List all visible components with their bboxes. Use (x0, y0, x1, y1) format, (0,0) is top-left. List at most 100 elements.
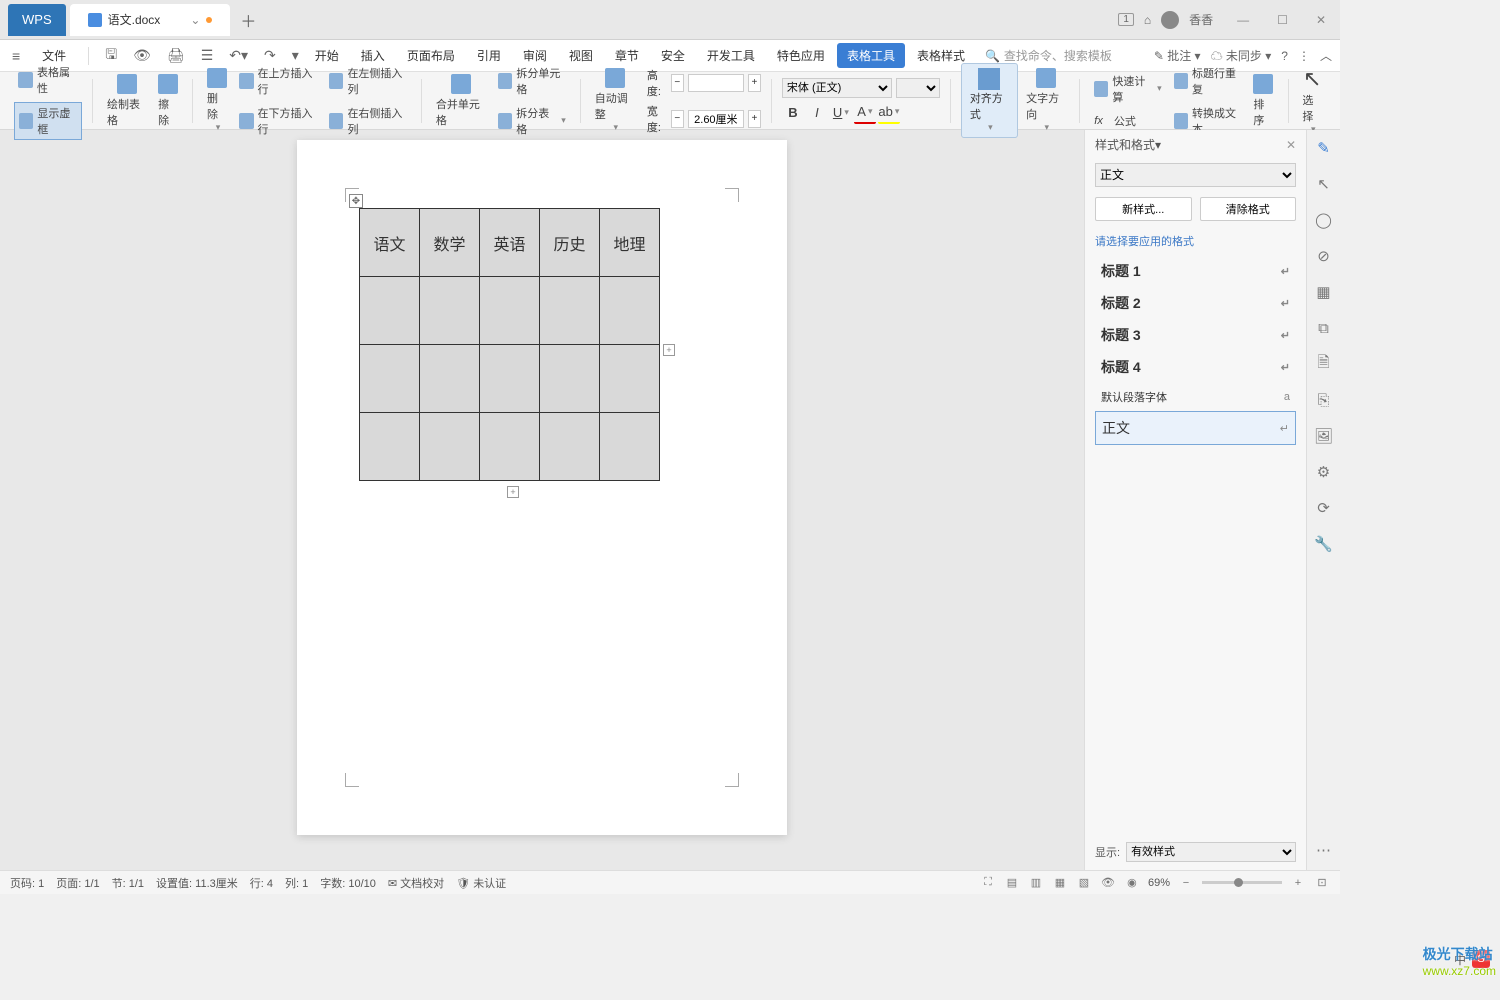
clear-format-button[interactable]: 清除格式 (1200, 197, 1297, 221)
notification-badge[interactable]: 1 (1118, 13, 1134, 26)
table-header-cell[interactable]: 数学 (420, 209, 480, 277)
highlight-button[interactable]: ab▾ (878, 102, 900, 124)
panel-close-icon[interactable]: ✕ (1286, 138, 1296, 152)
table-cell[interactable] (360, 277, 420, 345)
history-pane-icon[interactable]: ⟳ (1314, 498, 1334, 518)
style-item[interactable]: 标题 4↵ (1095, 351, 1296, 383)
eye-care-icon[interactable]: 👁 (1100, 875, 1116, 891)
bold-button[interactable]: B (782, 102, 804, 124)
comment-toggle[interactable]: ✎ 批注 ▾ (1154, 47, 1201, 64)
zoom-value[interactable]: 69% (1148, 877, 1170, 889)
document-table[interactable]: 语文 数学 英语 历史 地理 (359, 208, 660, 481)
new-style-button[interactable]: 新样式... (1095, 197, 1192, 221)
font-family-select[interactable]: 宋体 (正文) (782, 78, 892, 98)
add-row-handle[interactable]: + (507, 486, 519, 498)
font-color-button[interactable]: A▾ (854, 102, 876, 124)
text-direction-button[interactable]: 文字方向▾ (1022, 66, 1069, 135)
tab-monitor-icon[interactable]: ⌄ (190, 13, 200, 27)
status-section[interactable]: 节: 1/1 (112, 875, 144, 891)
styles-pane-icon[interactable]: ✎ (1314, 138, 1334, 158)
menu-dev[interactable]: 开发工具 (697, 43, 765, 68)
status-proof[interactable]: ✉ 文档校对 (388, 875, 444, 891)
menu-section[interactable]: 章节 (605, 43, 649, 68)
status-words[interactable]: 字数: 10/10 (320, 875, 376, 891)
table-cell[interactable] (600, 345, 660, 413)
table-cell[interactable] (600, 413, 660, 481)
width-input[interactable] (688, 110, 744, 128)
table-cell[interactable] (600, 277, 660, 345)
style-item[interactable]: 标题 2↵ (1095, 287, 1296, 319)
table-cell[interactable] (480, 413, 540, 481)
table-header-cell[interactable]: 英语 (480, 209, 540, 277)
table-cell[interactable] (360, 413, 420, 481)
table-cell[interactable] (420, 413, 480, 481)
split-cell-button[interactable]: 拆分单元格 (494, 63, 570, 99)
print-icon[interactable]: 🖨 (163, 43, 189, 68)
table-cell[interactable] (420, 345, 480, 413)
table-cell[interactable] (480, 277, 540, 345)
height-inc[interactable]: + (748, 74, 761, 92)
best-fit-icon[interactable]: ⊡ (1314, 875, 1330, 891)
focus-icon[interactable]: ◉ (1124, 875, 1140, 891)
fast-calc-button[interactable]: 快速计算▾ (1090, 71, 1165, 107)
zoom-out-icon[interactable]: − (1178, 875, 1194, 891)
new-tab-button[interactable]: ＋ (240, 8, 256, 32)
sync-status[interactable]: ☁ 未同步 ▾ (1211, 47, 1272, 64)
insert-row-above-button[interactable]: 在上方插入行 (235, 63, 321, 99)
select-button[interactable]: ↖选择▾ (1298, 64, 1326, 137)
panel-dropdown-icon[interactable]: ▾ (1155, 138, 1161, 152)
save-icon[interactable]: 🖫 (101, 40, 121, 72)
reading-view-icon[interactable]: ▤ (1004, 875, 1020, 891)
maximize-button[interactable]: ☐ (1269, 9, 1296, 31)
apparel-icon[interactable]: ⌂ (1144, 13, 1151, 27)
style-item-selected[interactable]: 正文↵ (1095, 411, 1296, 445)
user-avatar[interactable] (1161, 11, 1179, 29)
status-page[interactable]: 页面: 1/1 (56, 875, 99, 891)
table-header-cell[interactable]: 历史 (540, 209, 600, 277)
status-cert[interactable]: 🛡 未认证 (456, 875, 506, 891)
zoom-in-icon[interactable]: + (1290, 875, 1306, 891)
print-preview-icon[interactable]: 👁 (129, 43, 155, 68)
current-style-select[interactable]: 正文 (1095, 163, 1296, 187)
shape-pane-icon[interactable]: ◯ (1314, 210, 1334, 230)
width-inc[interactable]: + (748, 110, 761, 128)
header-row-repeat-button[interactable]: 标题行重复 (1170, 63, 1246, 99)
more-pane-icon[interactable]: ⋯ (1314, 840, 1334, 860)
status-page-no[interactable]: 页码: 1 (10, 875, 44, 891)
select-pane-icon[interactable]: ↖ (1314, 174, 1334, 194)
wps-app-button[interactable]: WPS (8, 4, 66, 36)
font-size-select[interactable] (896, 78, 940, 98)
settings-pane-icon[interactable]: ⚙ (1314, 462, 1334, 482)
delete-button[interactable]: 删除▾ (203, 66, 231, 135)
clipboard-pane-icon[interactable]: ⎘ (1314, 390, 1334, 410)
show-filter-select[interactable]: 有效样式 (1126, 842, 1296, 862)
table-cell[interactable] (360, 345, 420, 413)
table-cell[interactable] (540, 413, 600, 481)
limit-pane-icon[interactable]: ⊘ (1314, 246, 1334, 266)
height-dec[interactable]: − (671, 74, 684, 92)
add-column-handle[interactable]: + (663, 344, 675, 356)
image-pane-icon[interactable]: 🖼 (1314, 426, 1334, 446)
command-search[interactable]: 🔍 查找命令、搜索模板 (985, 47, 1112, 64)
backup-pane-icon[interactable]: 🗎 (1314, 354, 1334, 374)
autofit-button[interactable]: 自动调整▾ (591, 66, 639, 135)
table-header-cell[interactable]: 语文 (360, 209, 420, 277)
collapse-ribbon-icon[interactable]: ︿ (1320, 47, 1332, 64)
width-dec[interactable]: − (671, 110, 684, 128)
property-pane-icon[interactable]: ⧉ (1314, 318, 1334, 338)
table-cell[interactable] (420, 277, 480, 345)
sort-button[interactable]: 排序 (1249, 72, 1277, 130)
web-view-icon[interactable]: ▧ (1076, 875, 1092, 891)
height-input[interactable] (688, 74, 744, 92)
close-window-button[interactable]: ✕ (1308, 9, 1334, 31)
more-icon[interactable]: ⋮ (1298, 49, 1310, 63)
menu-special[interactable]: 特色应用 (767, 43, 835, 68)
table-header-cell[interactable]: 地理 (600, 209, 660, 277)
page-view-icon[interactable]: ▥ (1028, 875, 1044, 891)
document-tab[interactable]: 语文.docx ⌄ (70, 4, 231, 36)
help-icon[interactable]: ? (1281, 49, 1288, 63)
fullscreen-icon[interactable]: ⛶ (980, 875, 996, 891)
eraser-button[interactable]: 擦除 (154, 72, 182, 130)
table-cell[interactable] (480, 345, 540, 413)
draw-table-button[interactable]: 绘制表格 (103, 72, 150, 130)
